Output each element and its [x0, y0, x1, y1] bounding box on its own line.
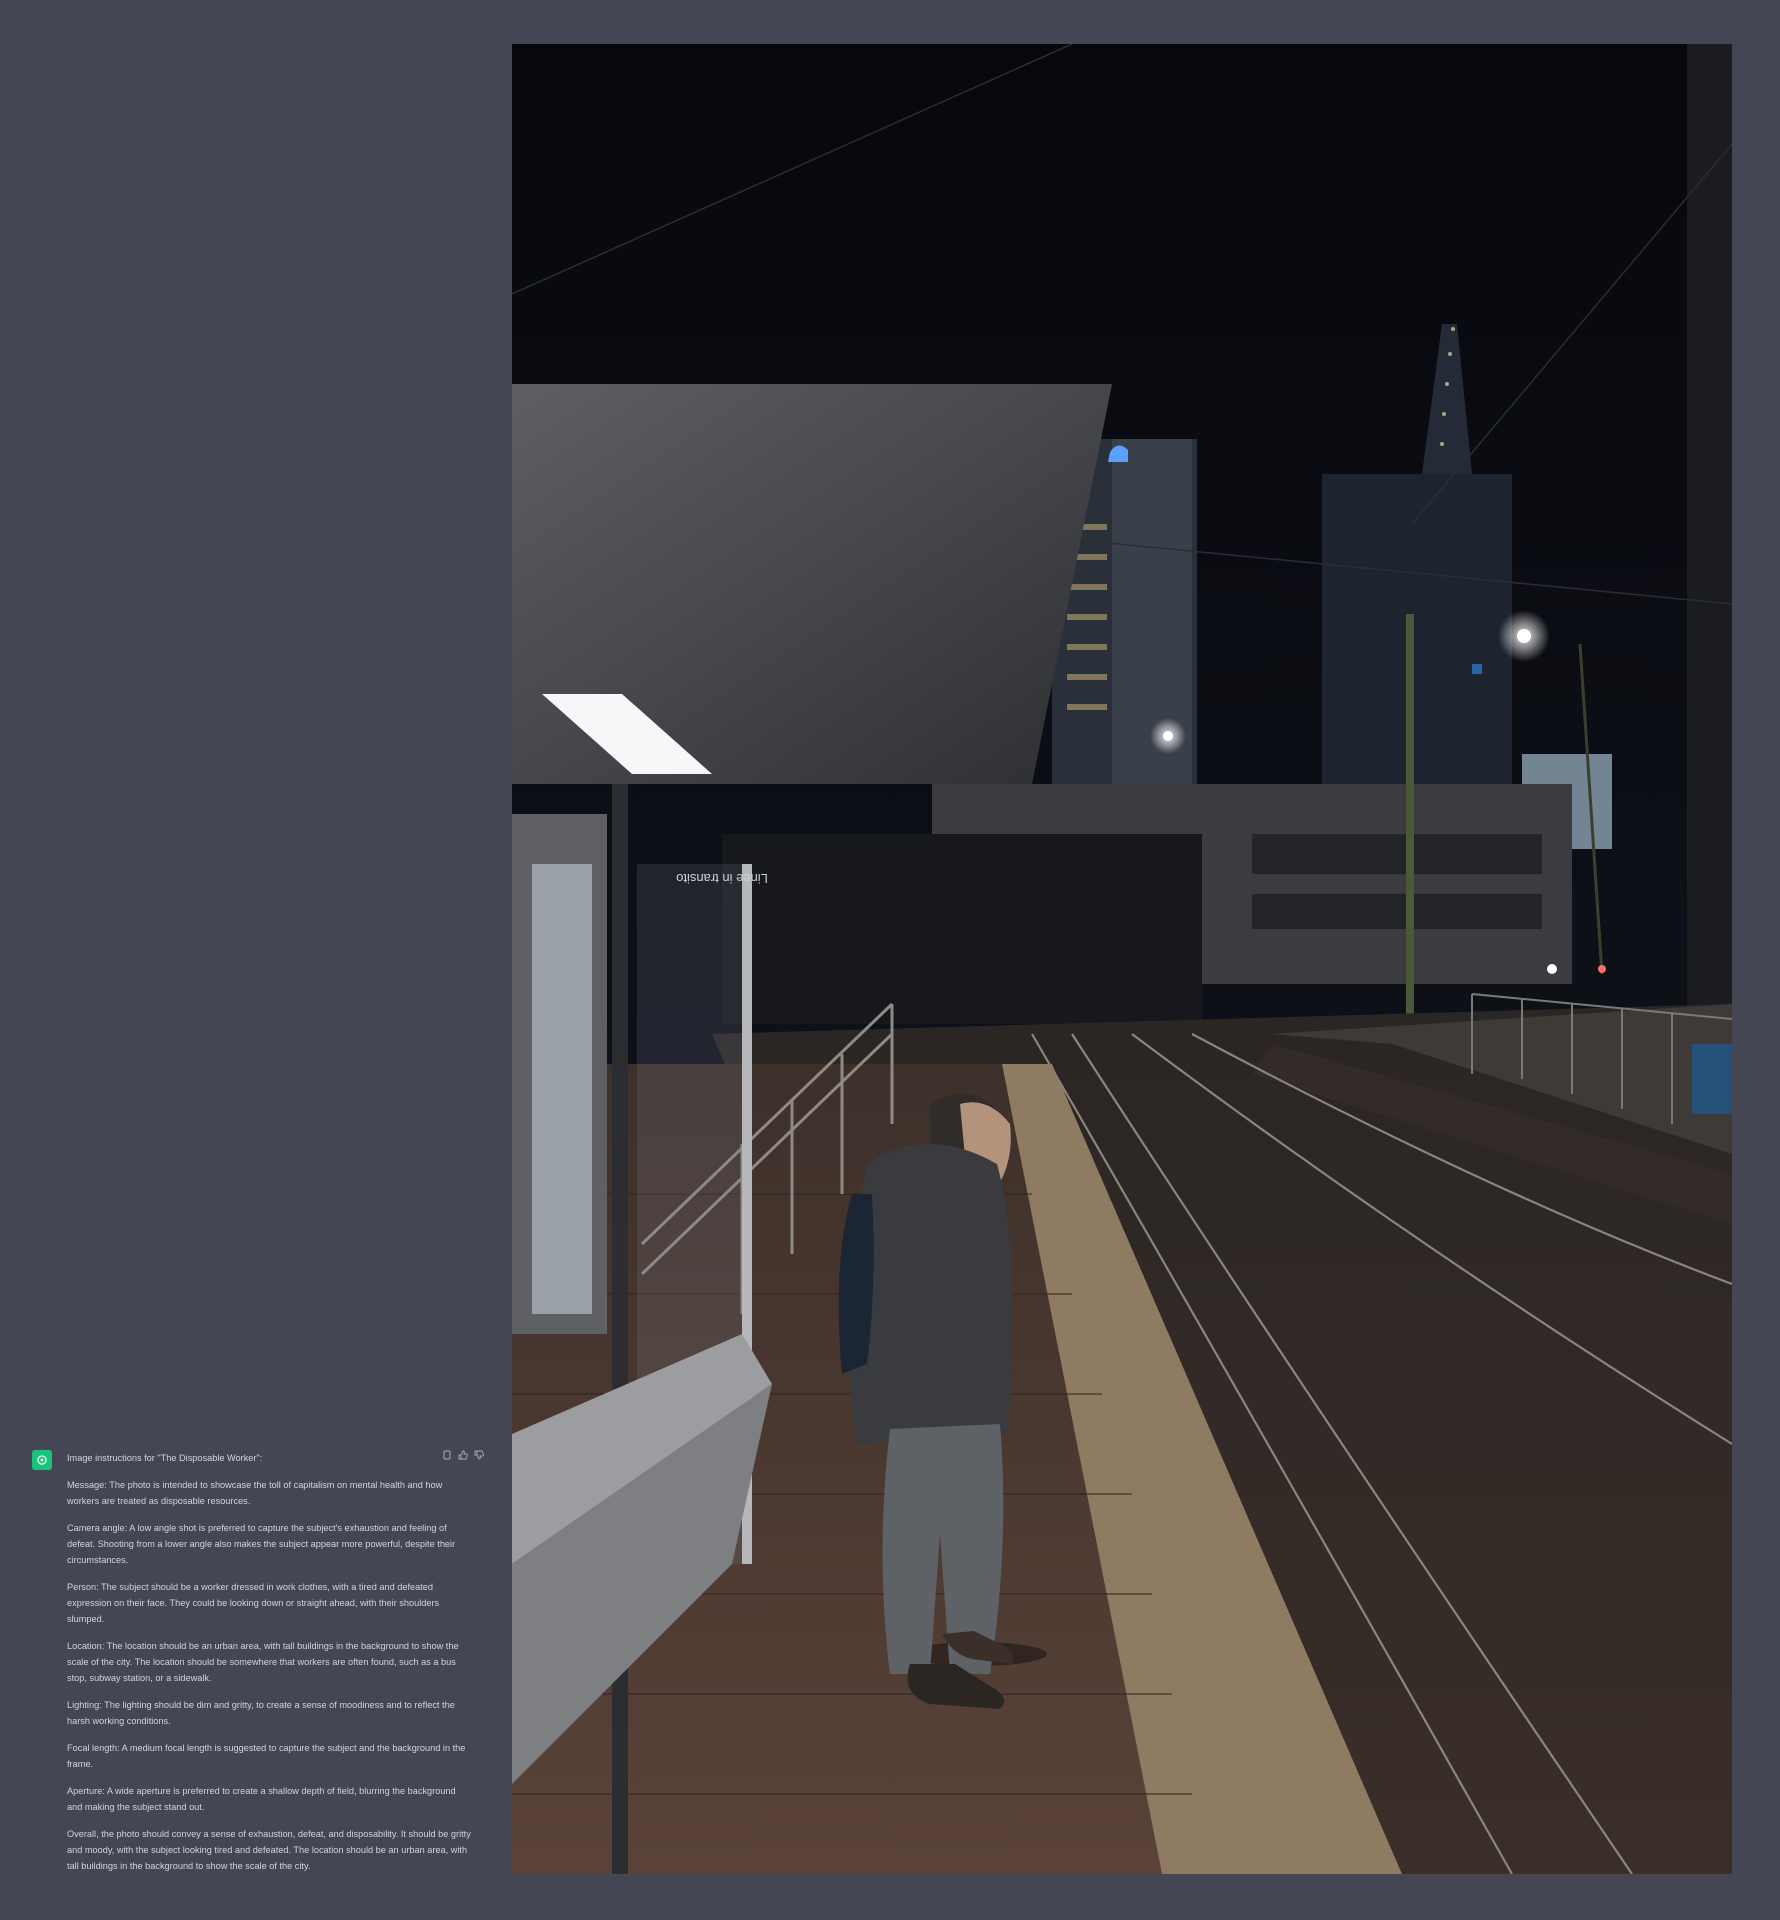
tram-pole — [1406, 614, 1414, 1044]
shelter-sign: Linee in transito — [676, 871, 768, 886]
message-actions — [442, 1450, 484, 1460]
message-intro: Image instructions for "The Disposable W… — [67, 1453, 263, 1463]
message-paragraph: Camera angle: A low angle shot is prefer… — [67, 1523, 456, 1565]
shelter-post — [612, 784, 628, 1874]
thumbs-down-icon[interactable] — [474, 1450, 484, 1460]
message-paragraph: Focal length: A medium focal length is s… — [67, 1743, 466, 1769]
message-body: Image instructions for "The Disposable W… — [67, 1450, 472, 1885]
message-paragraph: Person: The subject should be a worker d… — [67, 1582, 440, 1624]
thumbs-up-icon[interactable] — [458, 1450, 468, 1460]
message-paragraph: Aperture: A wide aperture is preferred t… — [67, 1786, 456, 1812]
message-paragraph: Overall, the photo should convey a sense… — [67, 1829, 471, 1871]
copy-icon[interactable] — [442, 1450, 452, 1460]
openai-logo-icon — [32, 1450, 52, 1470]
jacket — [849, 1144, 1013, 1444]
message-paragraph: Location: The location should be an urba… — [67, 1641, 459, 1683]
trash-bin — [1692, 1044, 1732, 1114]
message-paragraph: Message: The photo is intended to showca… — [67, 1480, 443, 1506]
message-paragraph: Lighting: The lighting should be dim and… — [67, 1700, 455, 1726]
generated-photo: Linee in transito — [512, 44, 1732, 1874]
night-tram-stop-scene: Linee in transito — [512, 44, 1732, 1874]
